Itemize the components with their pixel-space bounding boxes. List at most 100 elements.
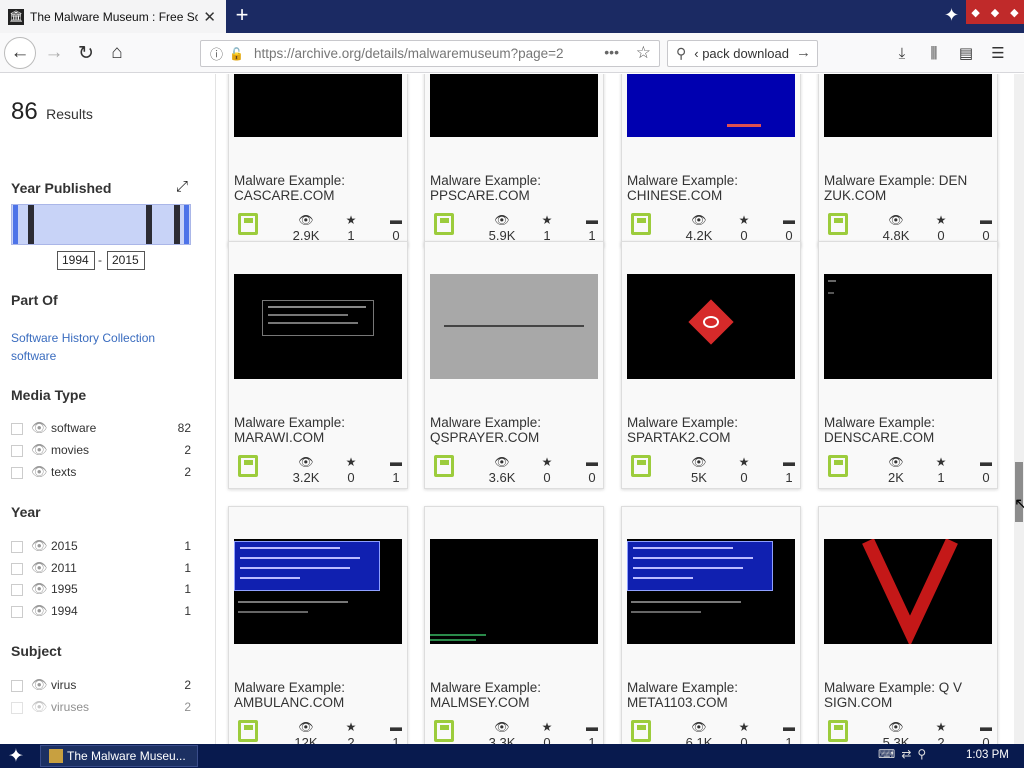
item-card[interactable]: Malware Example: CHINESE.COM 👁 4.2K ★ 0 ▬ 0 (621, 74, 801, 247)
url-text[interactable]: https://archive.org/details/malwaremuseu… (254, 46, 564, 61)
insecure-lock-icon[interactable]: 🔓 (229, 47, 244, 61)
software-link[interactable]: software (11, 349, 56, 363)
search-input[interactable]: ‹ pack download (694, 46, 789, 61)
facet-row-texts[interactable]: 👁 texts 2 (11, 464, 191, 482)
item-title[interactable]: Malware Example: CASCARE.COM (234, 173, 402, 203)
facet-checkbox[interactable] (11, 680, 23, 692)
facet-checkbox[interactable] (11, 467, 23, 479)
network-icon[interactable]: ⇄ (901, 747, 911, 761)
item-card[interactable]: Malware Example: CASCARE.COM 👁 2.9K ★ 1 ▬ 0 (228, 74, 408, 247)
home-button[interactable]: ⌂ (101, 37, 133, 69)
item-thumbnail[interactable] (824, 539, 992, 644)
year-from-input[interactable]: 1994 (57, 251, 95, 270)
eye-icon[interactable]: 👁 (31, 420, 48, 436)
item-thumbnail[interactable] (234, 274, 402, 379)
minimize-icon[interactable]: ◆ (971, 6, 979, 19)
facet-row-1994[interactable]: 👁 1994 1 (11, 603, 191, 621)
item-title[interactable]: Malware Example: AMBULANC.COM (234, 680, 402, 710)
browser-tab[interactable]: 🏛 The Malware Museum : Free Softw ✕ (0, 0, 226, 33)
url-bar[interactable]: ⓘ 🔓 https://archive.org/details/malwarem… (200, 40, 660, 67)
facet-row-2015[interactable]: 👁 2015 1 (11, 538, 191, 556)
facet-checkbox[interactable] (11, 702, 23, 714)
keyboard-icon[interactable]: ⌨ (878, 747, 895, 761)
eye-icon[interactable]: 👁 (31, 538, 48, 554)
item-title[interactable]: Malware Example: SPARTAK2.COM (627, 415, 795, 445)
range-handle-right[interactable] (184, 205, 189, 244)
bookmark-star-icon[interactable]: ☆ (636, 43, 651, 63)
facet-checkbox[interactable] (11, 541, 23, 553)
year-histogram-slider[interactable] (11, 204, 191, 245)
close-tab-icon[interactable]: ✕ (203, 8, 216, 26)
item-title[interactable]: Malware Example: PPSCARE.COM (430, 173, 598, 203)
search-tray-icon[interactable]: ⚲ (917, 747, 926, 761)
item-card[interactable]: Malware Example: SPARTAK2.COM 👁 5K ★ 0 ▬ 1 (621, 241, 801, 489)
item-thumbnail[interactable] (234, 74, 402, 137)
item-card[interactable]: Malware Example: DEN ZUK.COM 👁 4.8K ★ 0 ▬ 0 (818, 74, 998, 247)
eye-icon[interactable]: 👁 (31, 442, 48, 458)
reload-button[interactable]: ↻ (70, 37, 102, 69)
new-tab-button[interactable]: + (232, 2, 252, 28)
close-window-icon[interactable]: ◆ (1010, 6, 1018, 19)
item-thumbnail[interactable] (430, 74, 598, 137)
expand-icon[interactable]: ⤢ (176, 178, 188, 195)
software-history-link[interactable]: Software History Collection (11, 331, 155, 345)
item-thumbnail[interactable] (824, 74, 992, 137)
item-card[interactable]: Malware Example: Q V SIGN.COM 👁 5.3K ★ 2 ▬ 0 (818, 506, 998, 744)
item-card[interactable]: Malware Example: AMBULANC.COM 👁 12K ★ 2 ▬ 1 (228, 506, 408, 744)
facet-checkbox[interactable] (11, 445, 23, 457)
facet-row-1995[interactable]: 👁 1995 1 (11, 581, 191, 599)
item-title[interactable]: Malware Example: META1103.COM (627, 680, 795, 710)
item-card[interactable]: Malware Example: DENSCARE.COM 👁 2K ★ 1 ▬ 0 (818, 241, 998, 489)
eye-icon[interactable]: 👁 (31, 699, 48, 715)
forward-button[interactable]: → (38, 37, 70, 69)
info-icon[interactable]: ⓘ (210, 44, 223, 63)
item-title[interactable]: Malware Example: CHINESE.COM (627, 173, 795, 203)
item-thumbnail[interactable] (824, 274, 992, 379)
item-title[interactable]: Malware Example: MARAWI.COM (234, 415, 402, 445)
maximize-icon[interactable]: ◆ (991, 6, 999, 19)
page-scrollbar[interactable] (1014, 74, 1024, 744)
facet-row-software[interactable]: 👁 software 82 (11, 420, 191, 438)
library-icon[interactable]: ⫼ (922, 37, 946, 69)
eye-icon[interactable]: 👁 (31, 581, 48, 597)
item-card[interactable]: Malware Example: MARAWI.COM 👁 3.2K ★ 0 ▬ 1 (228, 241, 408, 489)
year-to-input[interactable]: 2015 (107, 251, 145, 270)
range-handle-left[interactable] (13, 205, 18, 244)
sidebar-toggle-icon[interactable]: ▤ (954, 37, 978, 69)
facet-row-movies[interactable]: 👁 movies 2 (11, 442, 191, 460)
facet-row-virus[interactable]: 👁 virus 2 (11, 677, 191, 695)
facet-checkbox[interactable] (11, 606, 23, 618)
item-thumbnail[interactable] (627, 74, 795, 137)
back-button[interactable]: ← (4, 37, 36, 69)
facet-checkbox[interactable] (11, 563, 23, 575)
facet-row-2011[interactable]: 👁 2011 1 (11, 560, 191, 578)
menu-icon[interactable]: ☰ (986, 37, 1010, 69)
item-title[interactable]: Malware Example: Q V SIGN.COM (824, 680, 992, 710)
downloads-icon[interactable]: ⤓ (890, 37, 914, 69)
item-thumbnail[interactable] (430, 274, 598, 379)
taskbar-window-button[interactable]: The Malware Museu... (40, 745, 198, 767)
facet-checkbox[interactable] (11, 423, 23, 435)
item-card[interactable]: Malware Example: PPSCARE.COM 👁 5.9K ★ 1 ▬ 1 (424, 74, 604, 247)
item-card[interactable]: Malware Example: MALMSEY.COM 👁 3.3K ★ 0 ▬ 1 (424, 506, 604, 744)
item-thumbnail[interactable] (234, 539, 402, 644)
eye-icon[interactable]: 👁 (31, 603, 48, 619)
page-actions-icon[interactable]: ••• (604, 44, 619, 60)
eye-icon[interactable]: 👁 (31, 677, 48, 693)
item-thumbnail[interactable] (627, 274, 795, 379)
search-go-icon[interactable]: → (796, 44, 811, 61)
start-menu-icon[interactable]: ✦ (8, 745, 24, 768)
item-card[interactable]: Malware Example: META1103.COM 👁 6.1K ★ 0 ▬ 1 (621, 506, 801, 744)
item-title[interactable]: Malware Example: DENSCARE.COM (824, 415, 992, 445)
item-title[interactable]: Malware Example: QSPRAYER.COM (430, 415, 598, 445)
facet-row-viruses[interactable]: 👁 viruses 2 (11, 699, 191, 717)
item-card[interactable]: Malware Example: QSPRAYER.COM 👁 3.6K ★ 0 ▬ 0 (424, 241, 604, 489)
facet-checkbox[interactable] (11, 584, 23, 596)
eye-icon[interactable]: 👁 (31, 464, 48, 480)
search-bar[interactable]: ⚲ ‹ pack download → (667, 40, 818, 67)
eye-icon[interactable]: 👁 (31, 560, 48, 576)
item-thumbnail[interactable] (430, 539, 598, 644)
item-title[interactable]: Malware Example: MALMSEY.COM (430, 680, 598, 710)
item-title[interactable]: Malware Example: DEN ZUK.COM (824, 173, 992, 203)
item-thumbnail[interactable] (627, 539, 795, 644)
